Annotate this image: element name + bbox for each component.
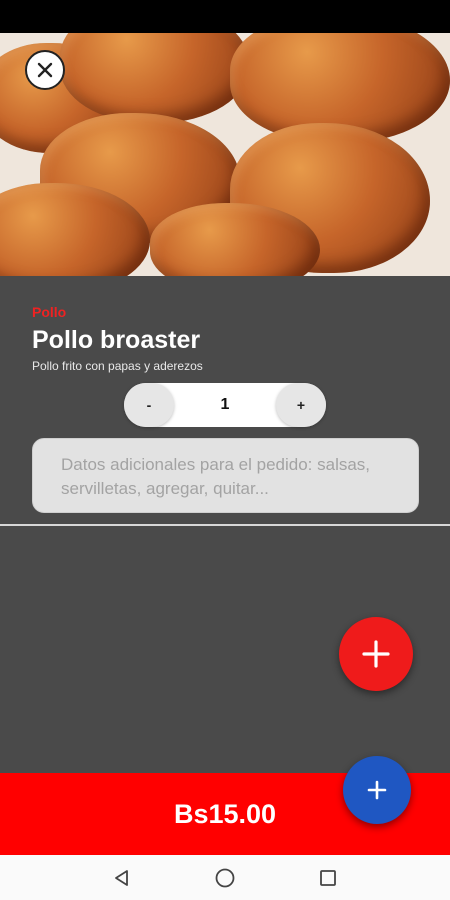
- status-bar: [0, 0, 450, 33]
- quantity-value: 1: [220, 396, 230, 413]
- quantity-increase-button[interactable]: +: [276, 383, 326, 427]
- product-title: Pollo broaster: [32, 326, 201, 354]
- quantity-decrease-button[interactable]: -: [124, 383, 174, 427]
- nav-recents-button[interactable]: [308, 858, 348, 898]
- home-circle-icon: [215, 868, 235, 887]
- recents-square-icon: [320, 869, 337, 886]
- close-icon: [37, 62, 53, 78]
- plus-icon: [367, 780, 387, 800]
- plus-icon: [362, 640, 390, 668]
- total-price: Bs15.00: [173, 798, 277, 829]
- nav-back-button[interactable]: [102, 858, 142, 898]
- order-notes-input[interactable]: Datos adicionales para el pedido: salsas…: [32, 438, 419, 513]
- quantity-stepper: - 1 +: [124, 383, 326, 427]
- product-image: [0, 33, 450, 276]
- system-navigation-bar: [0, 855, 450, 900]
- product-details: Pollo Pollo broaster Pollo frito con pap…: [0, 276, 450, 773]
- back-triangle-icon: [114, 869, 128, 886]
- nav-home-button[interactable]: [205, 858, 245, 898]
- product-category: Pollo: [32, 304, 67, 320]
- add-to-order-button[interactable]: [339, 617, 413, 691]
- divider: [0, 524, 450, 526]
- close-button[interactable]: [25, 50, 65, 90]
- product-description: Pollo frito con papas y aderezos: [32, 359, 203, 373]
- order-notes-placeholder: Datos adicionales para el pedido: salsas…: [61, 455, 371, 498]
- cart-add-button[interactable]: [343, 756, 411, 824]
